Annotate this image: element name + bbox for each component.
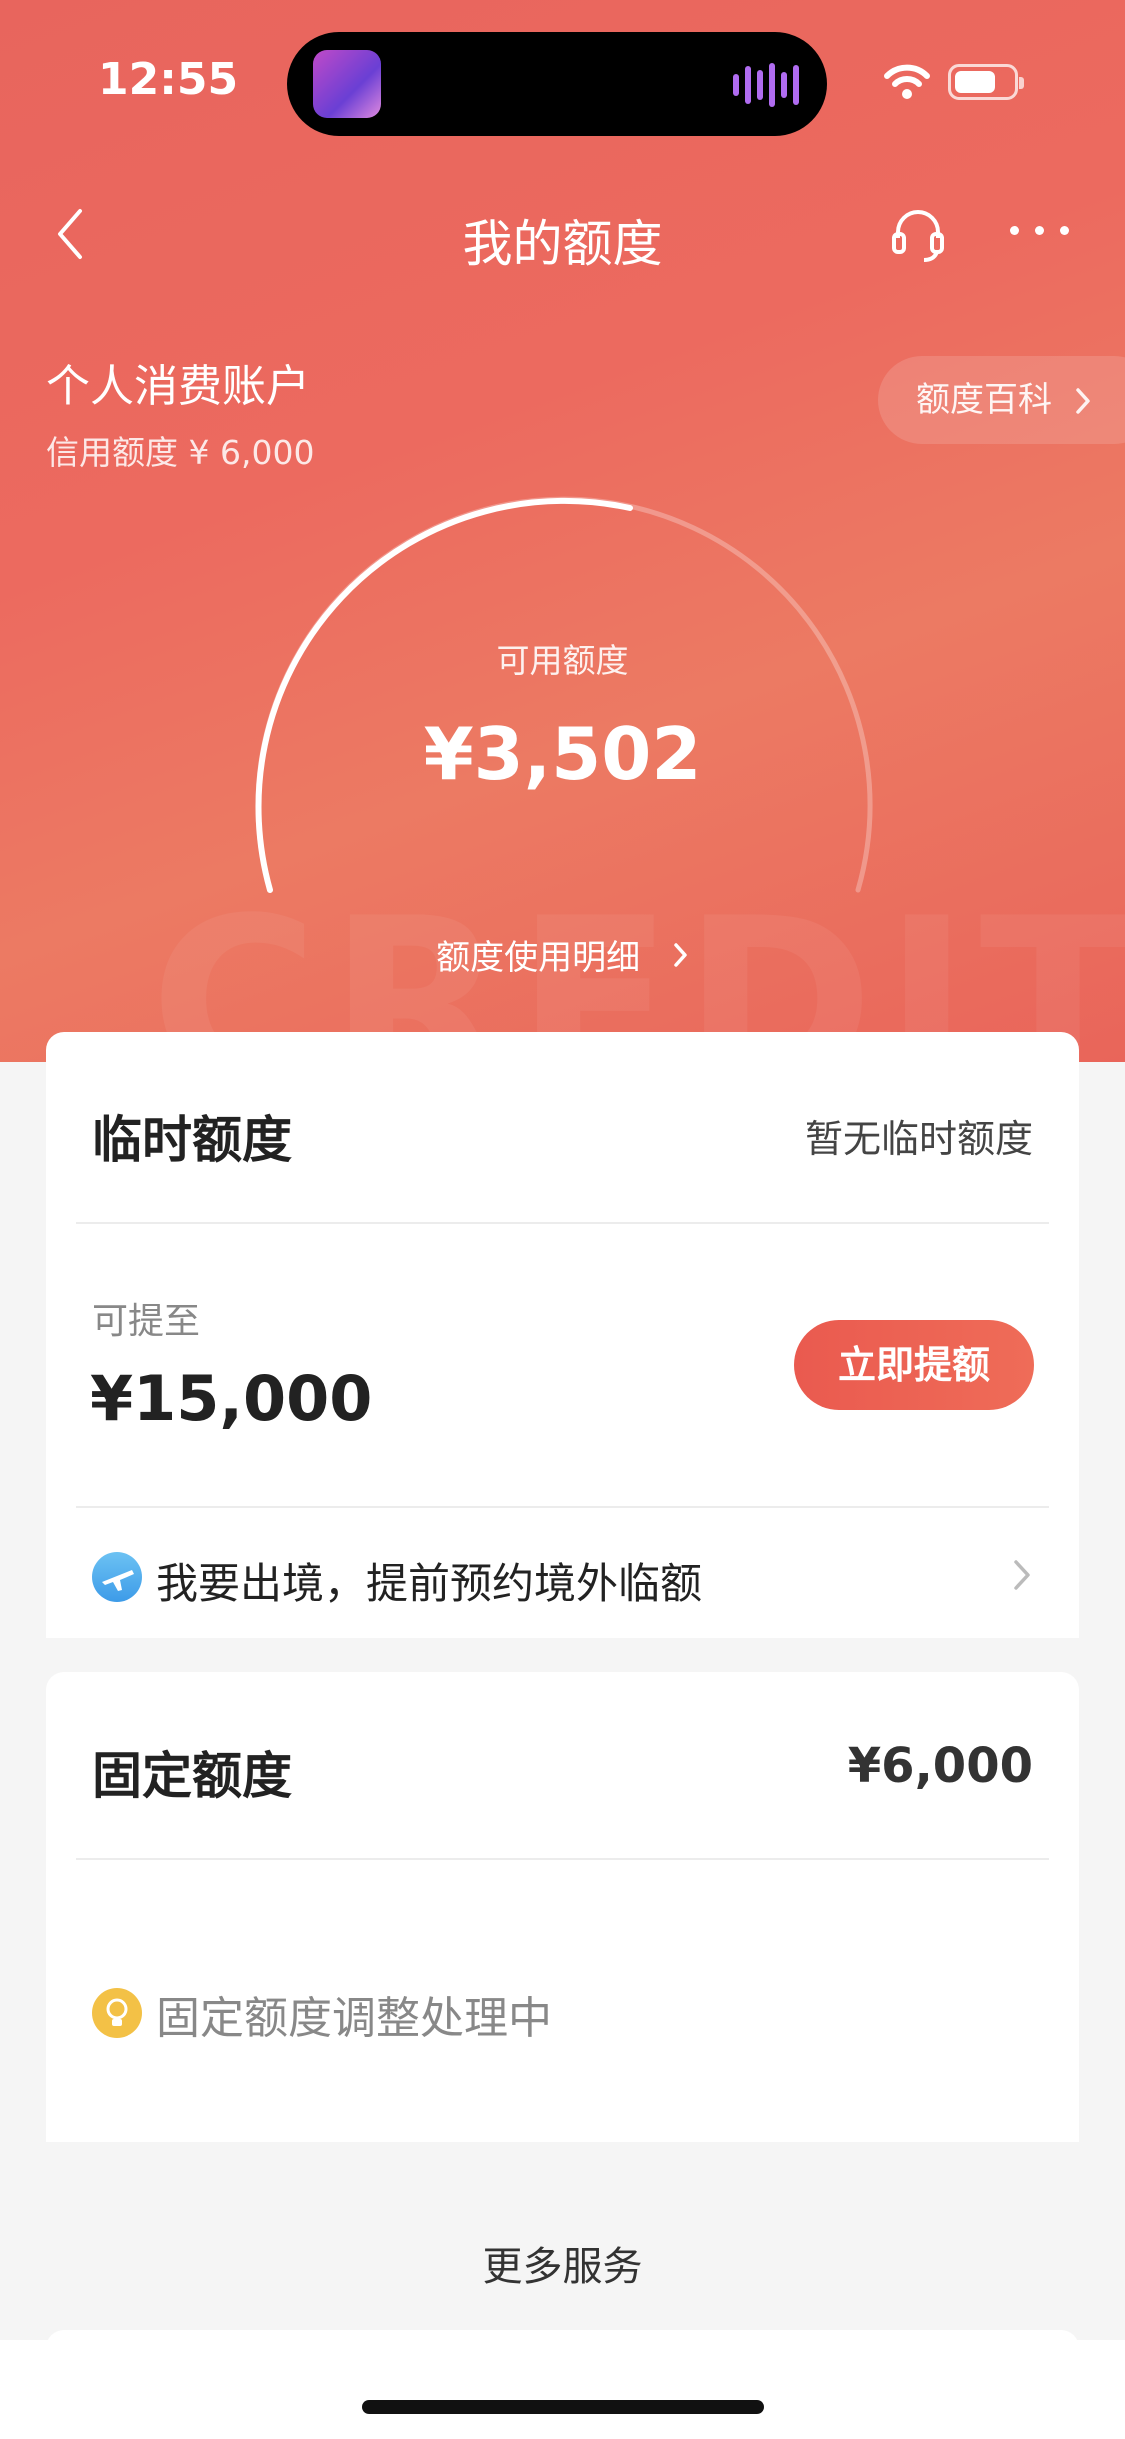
account-title: 个人消费账户	[46, 361, 310, 412]
credit-header: CREDIT	[0, 0, 1125, 1062]
gauge-track	[255, 496, 873, 893]
dynamic-island	[287, 32, 827, 136]
raise-quota-button[interactable]: 立即提额	[794, 1320, 1034, 1410]
overseas-quota-text: 我要出境，提前预约境外临额	[156, 1559, 703, 1608]
fixed-quota-processing: 固定额度调整处理中	[156, 1993, 552, 2044]
credit-encyclopedia-button[interactable]: 额度百科	[878, 356, 1125, 444]
status-time: 12:55	[98, 54, 239, 105]
chevron-right-icon	[1014, 1560, 1030, 1590]
now-playing-artwork	[313, 50, 381, 118]
divider	[76, 1506, 1049, 1508]
battery-icon	[948, 64, 1024, 100]
credit-limit-text: 信用额度 ¥ 6,000	[46, 433, 315, 472]
bulb-icon	[92, 1988, 142, 2038]
audio-wave-icon	[733, 62, 799, 108]
temporary-quota-title: 临时额度	[92, 1111, 292, 1169]
more-services-title: 更多服务	[482, 2244, 643, 2290]
divider	[76, 1222, 1049, 1224]
fixed-quota-title: 固定额度	[92, 1747, 292, 1805]
divider	[76, 1858, 1049, 1860]
headset-icon[interactable]	[888, 204, 948, 264]
overseas-quota-row[interactable]: 我要出境，提前预约境外临额	[92, 1542, 1032, 1612]
fixed-quota-amount: ¥6,000	[847, 1738, 1033, 1794]
wifi-icon	[884, 64, 930, 99]
page-title: 我的额度	[462, 215, 663, 273]
home-bar-area	[0, 2340, 1125, 2439]
available-amount: ¥3,502	[423, 712, 702, 796]
fixed-quota-card: 固定额度 ¥6,000 固定额度调整处理中	[46, 1672, 1079, 2142]
available-label: 可用额度	[496, 641, 629, 680]
gauge-fill	[255, 497, 633, 893]
chevron-right-icon	[674, 942, 687, 967]
more-icon[interactable]	[1010, 226, 1069, 235]
home-indicator[interactable]	[362, 2400, 764, 2414]
upto-label: 可提至	[92, 1301, 201, 1342]
upto-amount: ¥15,000	[90, 1362, 373, 1435]
credit-gauge	[255, 496, 873, 893]
plane-icon	[92, 1552, 142, 1602]
usage-detail-link[interactable]: 额度使用明细	[0, 930, 1125, 979]
usage-detail-label: 额度使用明细	[436, 938, 641, 978]
temporary-quota-card: 临时额度 暂无临时额度 可提至 ¥15,000 立即提额 我要出境，提前预约境外…	[46, 1032, 1079, 1638]
chevron-right-icon	[1076, 388, 1090, 414]
encyclopedia-label: 额度百科	[916, 380, 1052, 420]
temporary-quota-status: 暂无临时额度	[804, 1117, 1033, 1161]
screen: CREDIT 12:55 我的额度 个人消费账户 信用额度 ¥ 6,000 额度…	[0, 0, 1125, 2439]
